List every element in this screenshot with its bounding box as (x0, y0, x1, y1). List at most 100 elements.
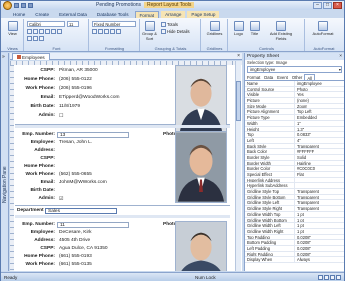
autoformat-button[interactable]: AutoFormat (310, 21, 336, 37)
tab-prop-event[interactable]: Event (275, 74, 290, 80)
admin-checkbox[interactable]: ☑ (57, 196, 63, 202)
property-value[interactable]: 1 pt (295, 212, 304, 217)
office-button-icon[interactable] (3, 1, 12, 10)
property-value[interactable]: 0.0208" (295, 240, 311, 245)
property-value[interactable]: 1.3" (295, 127, 304, 132)
expand-chevron-icon[interactable]: » (2, 54, 5, 60)
tab-arrange[interactable]: Arrange (161, 11, 186, 18)
tab-database-tools[interactable]: Database Tools (93, 11, 133, 18)
property-value[interactable]: 0.0208" (295, 252, 311, 257)
print-preview-icon[interactable] (324, 275, 329, 280)
font-size-combo[interactable]: 11 (67, 21, 79, 27)
minimize-button[interactable]: – (313, 2, 322, 9)
property-value[interactable]: imgEmployee (295, 81, 322, 86)
scrollbar-thumb[interactable] (236, 81, 241, 121)
property-value[interactable]: Embedded (295, 115, 317, 120)
report-view-icon[interactable] (318, 275, 323, 280)
field-value[interactable]: (206) 555-0122 (57, 77, 129, 83)
property-value[interactable]: Solid (295, 155, 306, 160)
report-scrollbar[interactable] (235, 61, 241, 271)
view-button[interactable]: View (5, 21, 20, 37)
italic-icon[interactable] (33, 29, 38, 34)
property-value[interactable]: 1" (295, 121, 301, 126)
field-value[interactable]: (206) 555-0196 (57, 86, 129, 92)
maximize-button[interactable]: □ (323, 2, 332, 9)
property-value[interactable]: Transparent (295, 195, 319, 200)
field-value[interactable]: 4505 4th Drive (57, 238, 129, 244)
field-value[interactable] (57, 188, 129, 194)
property-value[interactable]: Transparent (295, 200, 319, 206)
property-value[interactable]: 0.0208" (295, 235, 311, 240)
property-value[interactable]: Flat (295, 172, 304, 177)
property-value[interactable]: 1 pt (295, 229, 304, 234)
comma-icon[interactable] (104, 29, 109, 34)
property-value[interactable]: (none) (295, 98, 309, 103)
tab-external-data[interactable]: External Data (55, 11, 91, 18)
field-value[interactable]: 11/8/1979 (57, 104, 129, 110)
property-value[interactable] (295, 178, 297, 183)
field-value[interactable] (57, 148, 129, 154)
tab-format[interactable]: Format (134, 11, 160, 18)
tab-prop-all[interactable]: All (304, 74, 315, 81)
property-value[interactable]: 4" (295, 138, 301, 143)
layout-view-icon[interactable] (330, 275, 335, 280)
hide-details-button[interactable]: Hide Details (161, 29, 190, 34)
tab-prop-data[interactable]: Data (262, 74, 275, 80)
employee-photo[interactable] (175, 221, 227, 271)
totals-button[interactable]: Totals (161, 22, 178, 27)
close-document-icon[interactable]: × (237, 53, 240, 59)
property-value[interactable]: Transparent (295, 206, 319, 211)
field-value[interactable]: Agua Dulce, CA 91350 (57, 246, 129, 252)
font-color-icon[interactable] (27, 36, 32, 41)
title-button[interactable]: Title (247, 21, 262, 37)
field-value[interactable]: (562) 555-0655 (57, 172, 129, 178)
tab-page-setup[interactable]: Page Setup (187, 11, 220, 18)
object-selector[interactable]: imgEmployee ▾ (247, 66, 342, 73)
field-value[interactable] (57, 164, 129, 170)
field-value[interactable]: DeCesare, Kirk (57, 230, 129, 236)
field-value[interactable]: JohnM@WWorks.com (57, 180, 129, 186)
property-value[interactable]: Always (295, 257, 310, 262)
department-field[interactable]: Sales (45, 207, 117, 214)
property-value[interactable]: Transparent (295, 189, 319, 194)
currency-icon[interactable] (92, 29, 97, 34)
close-property-sheet-icon[interactable]: × (339, 53, 342, 60)
logo-button[interactable]: Logo (231, 21, 246, 37)
close-button[interactable]: × (333, 2, 342, 9)
number-format-combo[interactable]: Fixed Number (92, 21, 136, 27)
document-tab-employees[interactable]: Employees (12, 53, 50, 60)
fill-color-icon[interactable] (33, 36, 38, 41)
admin-checkbox[interactable]: ☐ (57, 113, 63, 119)
increase-decimal-icon[interactable] (110, 29, 115, 34)
gridlines-button[interactable]: Gridlines (207, 21, 222, 37)
property-value[interactable]: 0.0833" (295, 132, 311, 137)
field-value[interactable]: (661) 555-0135 (57, 262, 129, 268)
property-value[interactable]: 1 pt (295, 223, 304, 228)
field-value[interactable]: Pitman, AR 35000 (57, 68, 129, 74)
property-value[interactable]: #FFFFFF (295, 149, 314, 154)
field-value[interactable]: 11 (57, 221, 129, 228)
property-value[interactable]: Yes (295, 92, 304, 98)
tab-create[interactable]: Create (31, 11, 53, 18)
align-left-icon[interactable] (45, 29, 50, 34)
field-value[interactable] (57, 156, 129, 162)
property-value[interactable]: Hairline (295, 161, 311, 166)
tab-prop-format[interactable]: Format (245, 74, 262, 80)
property-value[interactable]: Top Left (295, 109, 312, 115)
field-value[interactable]: (661) 555-0193 (57, 254, 129, 260)
property-value[interactable] (295, 183, 297, 188)
align-center-icon[interactable] (51, 29, 56, 34)
employee-photo[interactable] (175, 131, 227, 203)
percent-icon[interactable] (98, 29, 103, 34)
navigation-pane[interactable]: » Navigation Pane (1, 53, 9, 271)
redo-icon[interactable] (28, 3, 33, 8)
property-value[interactable]: 1 pt (295, 218, 304, 223)
tab-prop-other[interactable]: Other (290, 74, 304, 80)
format-painter-icon[interactable] (39, 36, 44, 41)
field-value[interactable]: Tresan, John L. (57, 140, 129, 146)
group-sort-button[interactable]: Group & Sort (142, 21, 157, 41)
property-value[interactable]: 0.0208" (295, 246, 311, 251)
undo-icon[interactable] (21, 3, 26, 8)
property-row[interactable]: Display When Always (245, 257, 344, 263)
property-value[interactable]: Photo (295, 87, 308, 92)
